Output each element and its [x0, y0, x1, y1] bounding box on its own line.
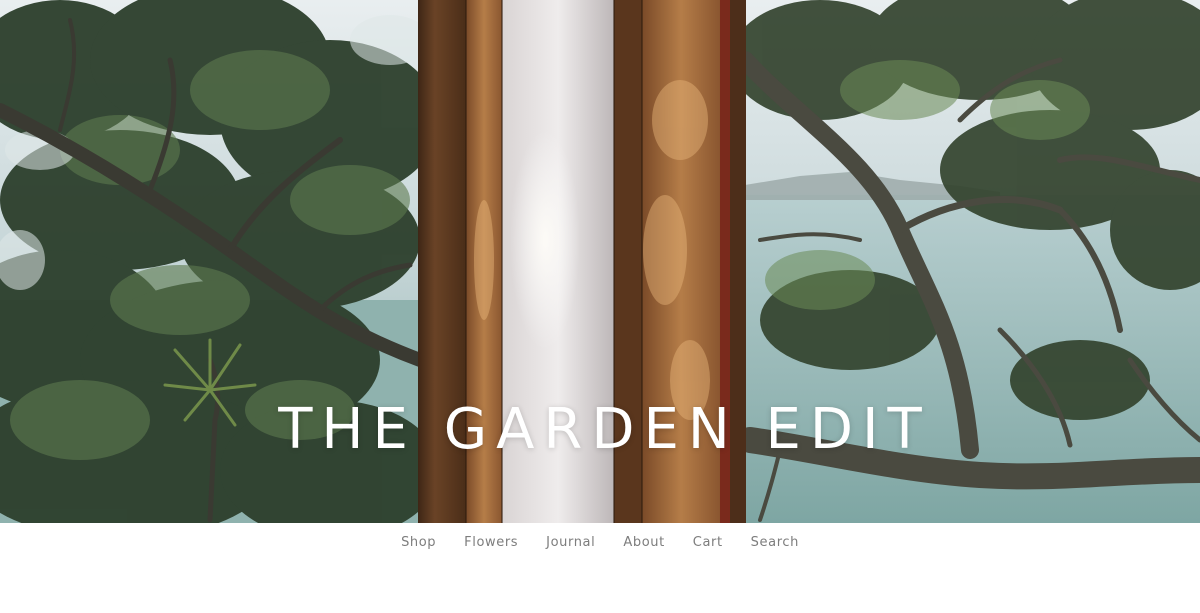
site-title[interactable]: THE GARDEN EDIT [0, 397, 1200, 463]
nav-item-shop[interactable]: Shop [401, 535, 436, 550]
main-nav: Shop Flowers Journal About Cart Search [0, 523, 1200, 561]
nav-item-flowers[interactable]: Flowers [464, 535, 518, 550]
nav-item-search[interactable]: Search [751, 535, 799, 550]
nav-item-journal[interactable]: Journal [546, 535, 595, 550]
page: THE GARDEN EDIT Shop Flowers Journal Abo… [0, 0, 1200, 613]
nav-item-cart[interactable]: Cart [693, 535, 723, 550]
hero-banner: THE GARDEN EDIT [0, 0, 1200, 523]
nav-item-about[interactable]: About [623, 535, 664, 550]
